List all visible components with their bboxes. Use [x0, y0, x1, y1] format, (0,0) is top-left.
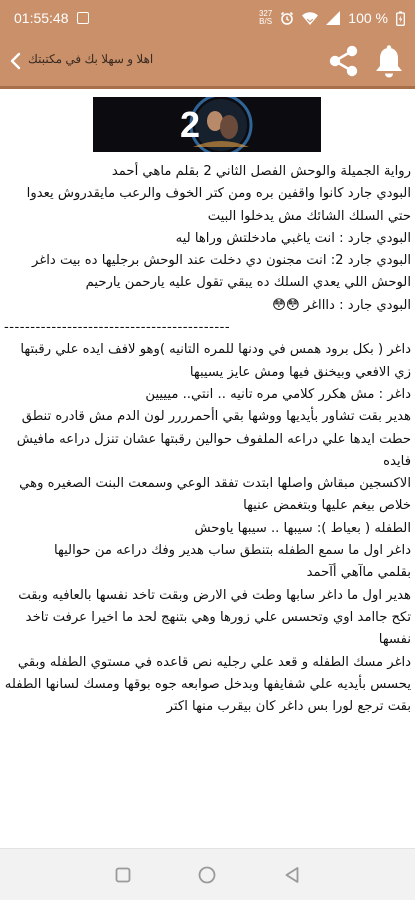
alarm-icon [281, 11, 294, 25]
article-text: رواية الجميلة والوحش الفصل الثاني 2 بقلم… [4, 161, 411, 718]
paragraph: داغر مسك الطفله و قعد علي رجليه نص قاعده… [4, 654, 411, 715]
battery-level: 100 % [348, 10, 388, 26]
paragraph: البودي جارد كانوا واقفين بره ومن كتر الخ… [26, 186, 411, 224]
paragraph: داغر ( بكل برود همس في ودنها للمره التان… [20, 342, 411, 380]
paragraph: هدير بقت تشاور بأيديها ووشها بقي اأحمررر… [16, 409, 411, 469]
paragraph: الاكسجين مبقاش واصلها ابتدت تفقد الوعي و… [19, 476, 411, 514]
home-button[interactable] [195, 863, 219, 887]
paragraph: هدير اول ما داغر سابها وطت في الارض وبقت… [18, 587, 411, 648]
share-button[interactable] [324, 42, 362, 80]
paragraph: داغر اول ما سمع الطفله بتنطق ساب هدير وف… [53, 543, 411, 559]
paragraph: بقلمي ماآهي أآحمد [306, 565, 411, 581]
article-content[interactable]: 2 رواية الجميلة والوحش الفصل الثاني 2 بق… [0, 89, 415, 848]
share-icon [329, 45, 358, 77]
status-left: 01:55:48 [14, 10, 89, 26]
chevron-left-icon [10, 52, 21, 70]
system-navigation-bar [0, 848, 415, 900]
recents-button[interactable] [111, 863, 135, 887]
back-button[interactable] [6, 50, 24, 72]
app-bar-title: اهلا و سهلا بك في مكتبتك [28, 52, 154, 66]
paragraph: البودي جارد : داااغر 😳😳 [272, 297, 411, 313]
status-time: 01:55:48 [14, 10, 69, 26]
paragraph: داغر : مش هكرر كلامي مره تانيه .. انتي..… [145, 386, 411, 402]
battery-charging-icon [396, 10, 405, 26]
chapter-number: 2 [179, 104, 201, 145]
paragraph: الطفله ( بعياط ): سيبها .. سيبها ياوحش [194, 520, 411, 536]
paragraph: رواية الجميلة والوحش الفصل الثاني 2 بقلم… [111, 164, 411, 179]
banner-glow-ring [189, 97, 253, 152]
status-bar: 01:55:48 327 B/S 100 % [0, 0, 415, 36]
signal-icon [326, 11, 341, 25]
recents-square-icon [115, 867, 131, 883]
home-circle-icon [198, 866, 216, 884]
back-triangle-icon [285, 867, 299, 883]
wifi-icon [302, 11, 319, 25]
paragraph: البودي جارد : انت ياغبي مادخلتش وراها لي… [175, 230, 411, 246]
back-nav-button[interactable] [280, 863, 304, 887]
notifications-button[interactable] [372, 44, 406, 80]
separator-line: ----------------------------------------… [4, 320, 231, 336]
status-right: 327 B/S 100 % [259, 10, 405, 26]
network-speed: 327 B/S [259, 10, 272, 26]
notification-square-icon [76, 12, 89, 24]
chapter-banner-image: 2 [93, 97, 321, 152]
bell-icon [376, 45, 402, 78]
paragraph: البودي جارد 2: انت مجنون دي دخلت عند الو… [32, 253, 411, 291]
network-speed-unit: B/S [259, 17, 273, 26]
